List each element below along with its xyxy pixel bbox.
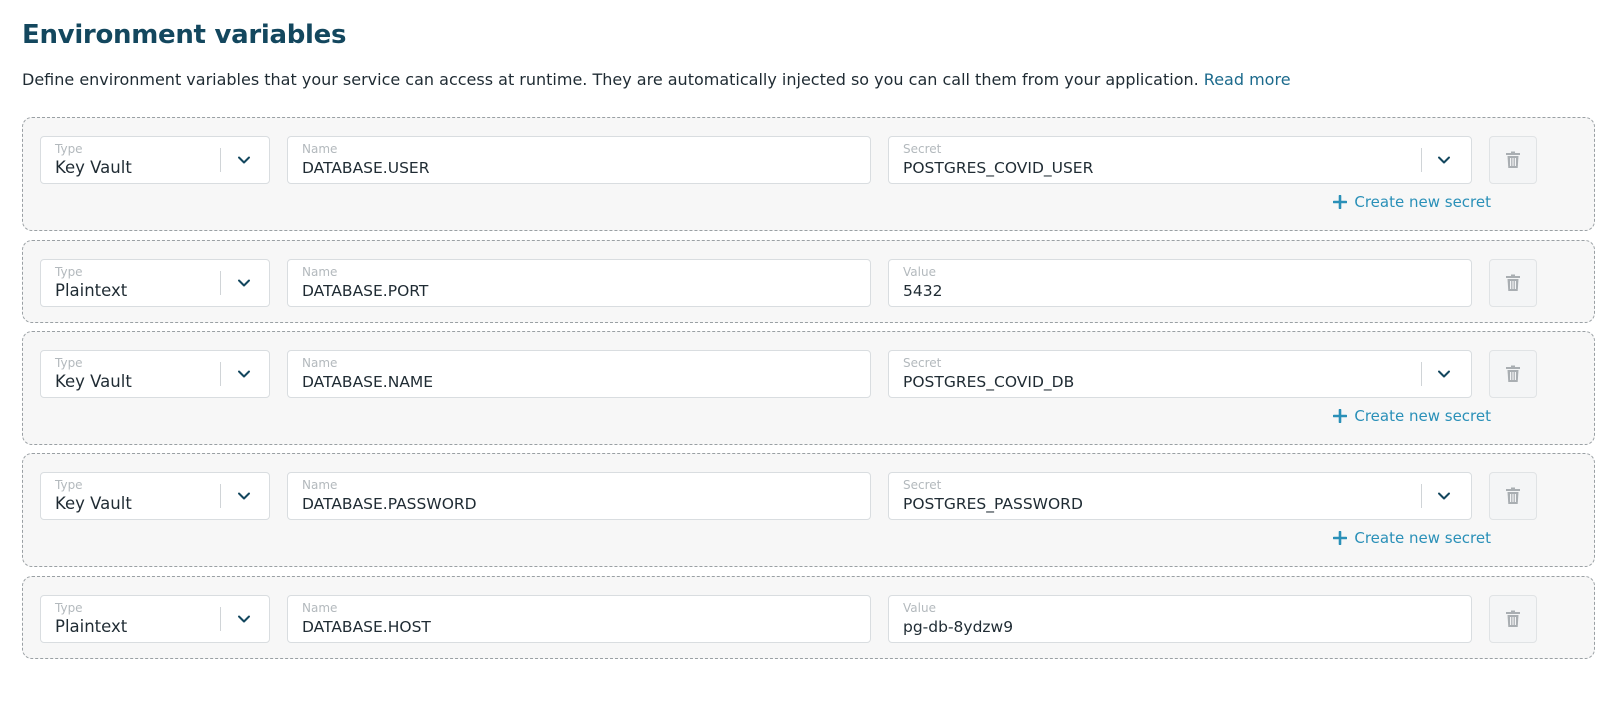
plus-icon	[1333, 195, 1348, 209]
secret-select[interactable]: Secret POSTGRES_COVID_USER	[888, 136, 1472, 184]
select-divider	[220, 362, 221, 386]
chevron-down-icon[interactable]	[233, 272, 255, 294]
trash-icon	[1506, 274, 1520, 291]
secret-label: Secret	[903, 356, 942, 370]
chevron-down-icon[interactable]	[1433, 363, 1455, 385]
page-title: Environment variables	[22, 20, 347, 50]
type-select[interactable]: Type Key Vault	[40, 136, 270, 184]
page-description: Define environment variables that your s…	[22, 70, 1291, 89]
secret-label: Secret	[903, 478, 942, 492]
chevron-down-icon[interactable]	[233, 608, 255, 630]
create-new-secret-link[interactable]: Create new secret	[1333, 529, 1491, 547]
env-var-row: Type Plaintext Name DATABASE.HOST Value …	[22, 576, 1595, 659]
type-label: Type	[55, 356, 83, 370]
name-field[interactable]: Name DATABASE.PASSWORD	[287, 472, 871, 520]
name-value[interactable]: DATABASE.PORT	[302, 282, 428, 300]
env-var-row: Type Key Vault Name DATABASE.PASSWORD Se…	[22, 453, 1595, 567]
name-value[interactable]: DATABASE.USER	[302, 159, 429, 177]
create-new-secret-label: Create new secret	[1354, 407, 1491, 425]
type-value: Key Vault	[55, 372, 132, 391]
description-text: Define environment variables that your s…	[22, 70, 1199, 89]
create-new-secret-link[interactable]: Create new secret	[1333, 193, 1491, 211]
type-label: Type	[55, 142, 83, 156]
name-label: Name	[302, 356, 338, 370]
delete-button[interactable]	[1489, 595, 1537, 643]
type-value: Plaintext	[55, 617, 128, 636]
chevron-down-icon[interactable]	[1433, 149, 1455, 171]
type-label: Type	[55, 601, 83, 615]
chevron-down-icon[interactable]	[233, 485, 255, 507]
secret-value: POSTGRES_COVID_DB	[903, 373, 1075, 391]
value-text[interactable]: 5432	[903, 282, 942, 300]
name-label: Name	[302, 265, 338, 279]
select-divider	[220, 271, 221, 295]
chevron-down-icon[interactable]	[1433, 485, 1455, 507]
type-select[interactable]: Type Key Vault	[40, 350, 270, 398]
select-divider	[220, 607, 221, 631]
name-field[interactable]: Name DATABASE.PORT	[287, 259, 871, 307]
chevron-down-icon[interactable]	[233, 363, 255, 385]
secret-value: POSTGRES_COVID_USER	[903, 159, 1094, 177]
value-label: Value	[903, 601, 936, 615]
env-var-row: Type Key Vault Name DATABASE.NAME Secret…	[22, 331, 1595, 445]
env-var-row: Type Key Vault Name DATABASE.USER Secret…	[22, 117, 1595, 231]
select-divider	[1421, 148, 1422, 172]
delete-button[interactable]	[1489, 136, 1537, 184]
name-value[interactable]: DATABASE.HOST	[302, 618, 431, 636]
name-field[interactable]: Name DATABASE.USER	[287, 136, 871, 184]
name-value[interactable]: DATABASE.NAME	[302, 373, 433, 391]
secret-select[interactable]: Secret POSTGRES_PASSWORD	[888, 472, 1472, 520]
type-value: Plaintext	[55, 281, 128, 300]
name-value[interactable]: DATABASE.PASSWORD	[302, 495, 477, 513]
read-more-link[interactable]: Read more	[1204, 70, 1291, 89]
type-label: Type	[55, 478, 83, 492]
name-field[interactable]: Name DATABASE.NAME	[287, 350, 871, 398]
trash-icon	[1506, 151, 1520, 168]
select-divider	[1421, 362, 1422, 386]
name-label: Name	[302, 601, 338, 615]
select-divider	[220, 148, 221, 172]
env-var-row: Type Plaintext Name DATABASE.PORT Value …	[22, 240, 1595, 323]
value-text[interactable]: pg-db-8ydzw9	[903, 618, 1013, 636]
environment-variables-page: Environment variables Define environment…	[0, 0, 1613, 702]
type-select[interactable]: Type Plaintext	[40, 595, 270, 643]
plus-icon	[1333, 531, 1348, 545]
secret-value: POSTGRES_PASSWORD	[903, 495, 1083, 513]
plus-icon	[1333, 409, 1348, 423]
type-select[interactable]: Type Plaintext	[40, 259, 270, 307]
name-label: Name	[302, 142, 338, 156]
delete-button[interactable]	[1489, 472, 1537, 520]
create-new-secret-link[interactable]: Create new secret	[1333, 407, 1491, 425]
type-value: Key Vault	[55, 158, 132, 177]
value-field[interactable]: Value 5432	[888, 259, 1472, 307]
trash-icon	[1506, 610, 1520, 627]
delete-button[interactable]	[1489, 350, 1537, 398]
select-divider	[1421, 484, 1422, 508]
trash-icon	[1506, 487, 1520, 504]
type-label: Type	[55, 265, 83, 279]
name-field[interactable]: Name DATABASE.HOST	[287, 595, 871, 643]
trash-icon	[1506, 365, 1520, 382]
name-label: Name	[302, 478, 338, 492]
type-select[interactable]: Type Key Vault	[40, 472, 270, 520]
select-divider	[220, 484, 221, 508]
create-new-secret-label: Create new secret	[1354, 529, 1491, 547]
secret-select[interactable]: Secret POSTGRES_COVID_DB	[888, 350, 1472, 398]
value-field[interactable]: Value pg-db-8ydzw9	[888, 595, 1472, 643]
create-new-secret-label: Create new secret	[1354, 193, 1491, 211]
delete-button[interactable]	[1489, 259, 1537, 307]
value-label: Value	[903, 265, 936, 279]
type-value: Key Vault	[55, 494, 132, 513]
secret-label: Secret	[903, 142, 942, 156]
chevron-down-icon[interactable]	[233, 149, 255, 171]
